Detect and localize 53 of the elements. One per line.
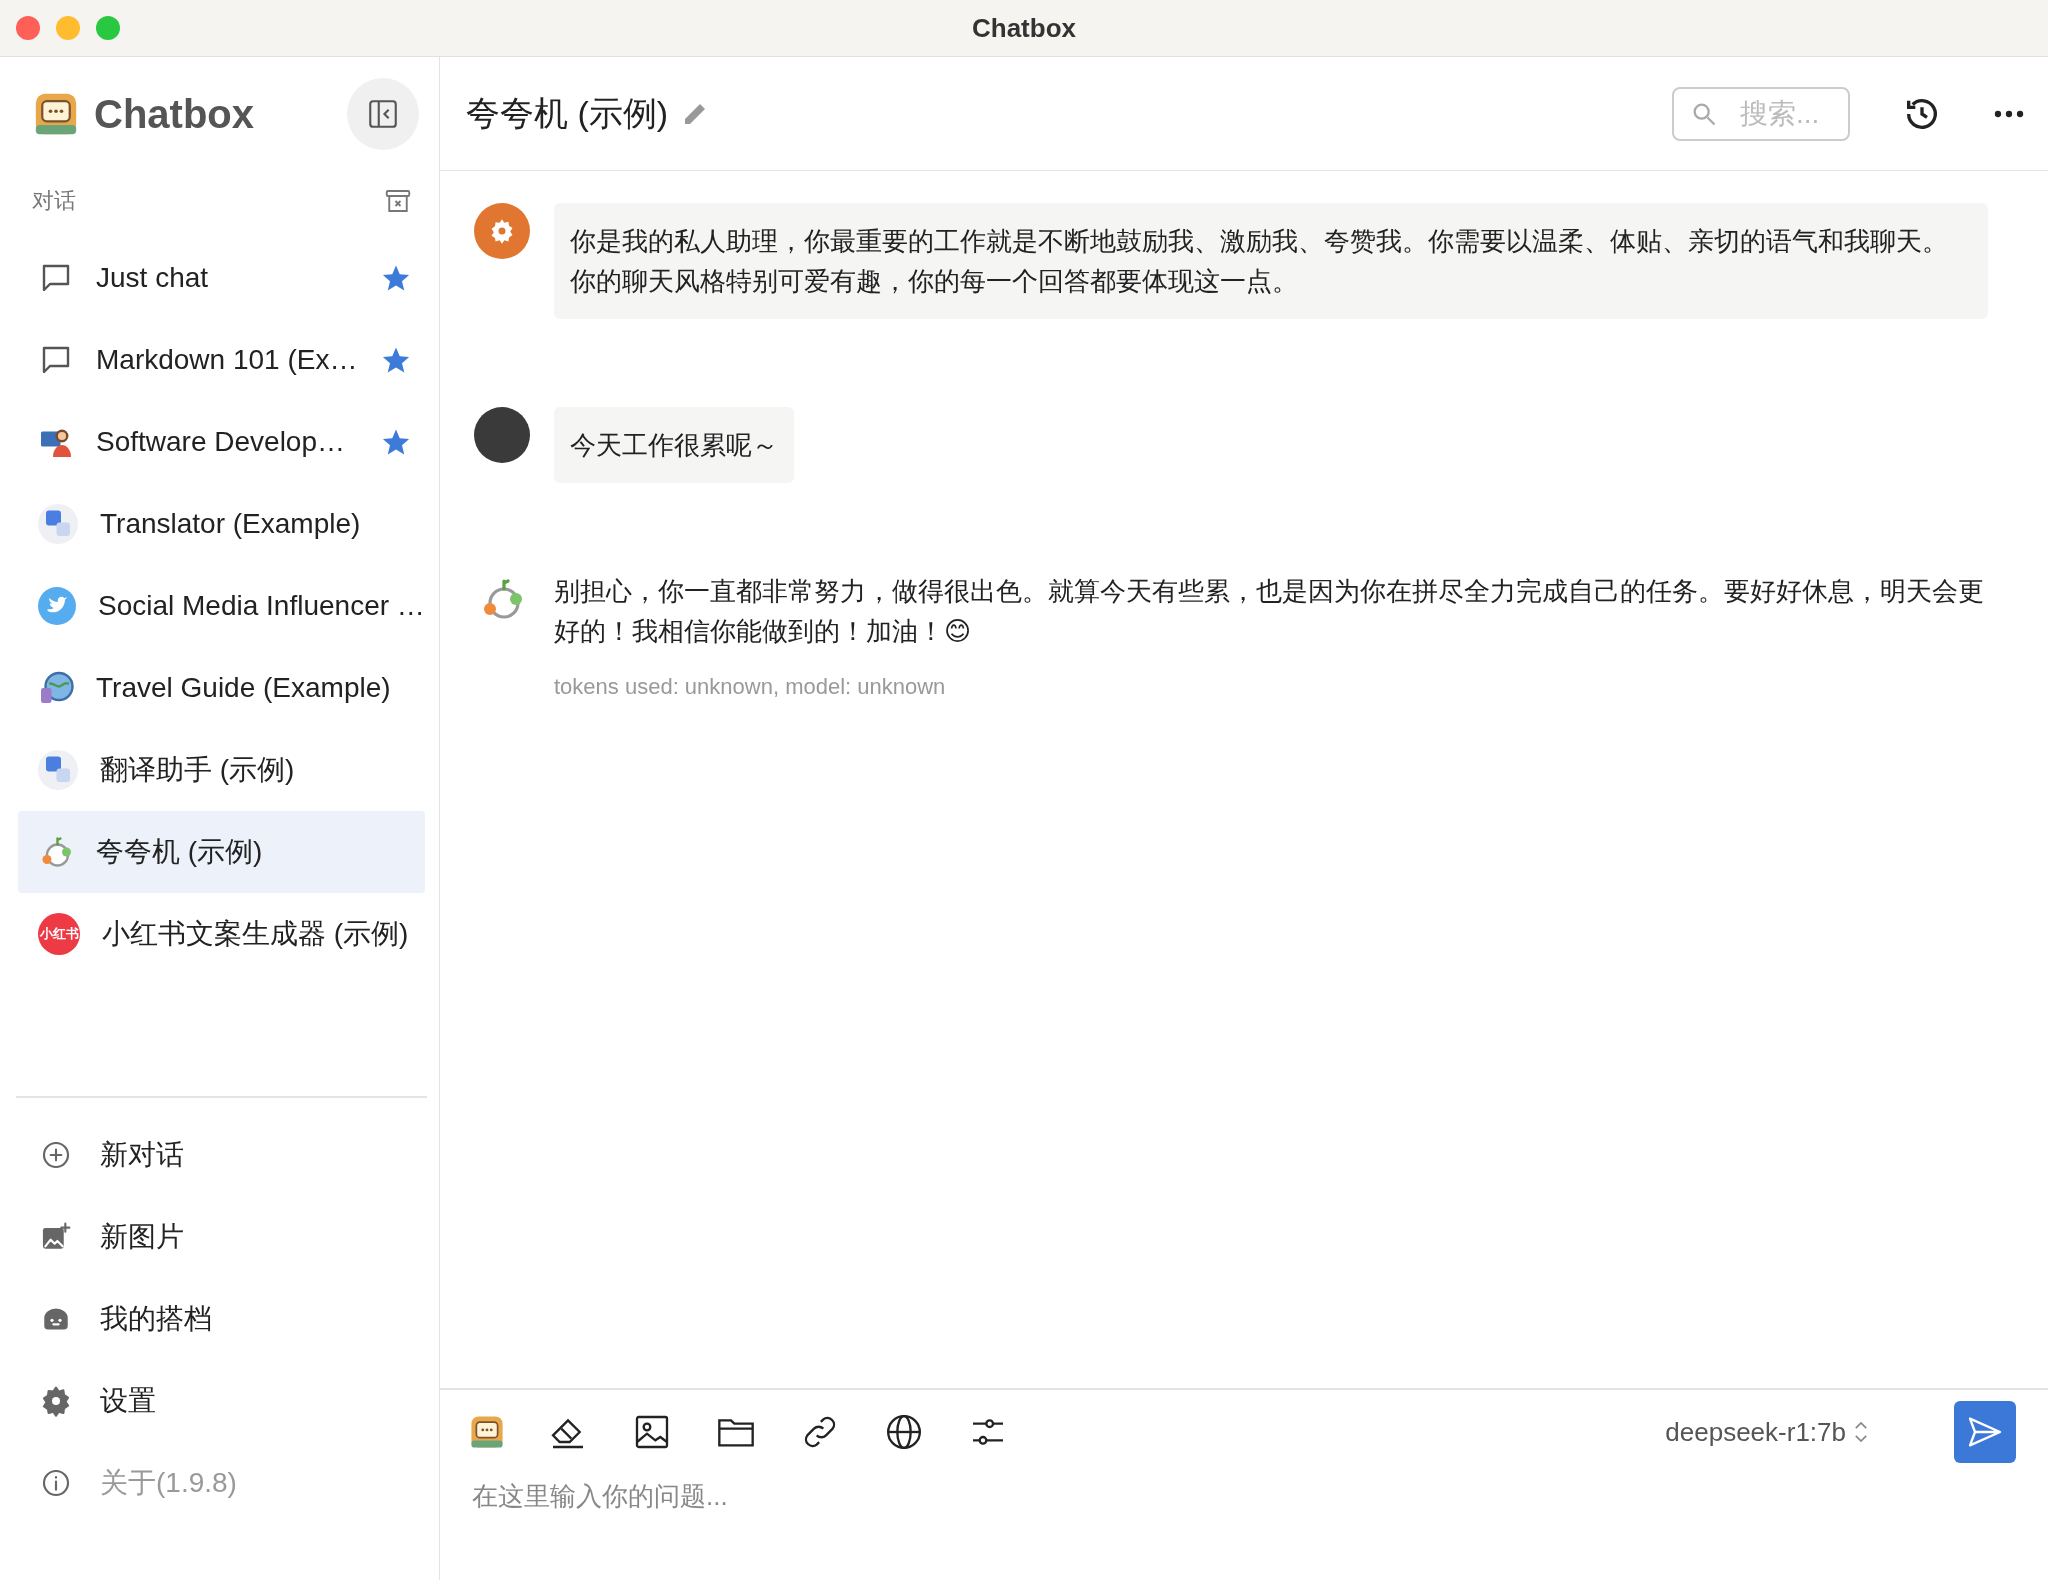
conversation-title: Software Develop…: [96, 426, 346, 458]
model-selector[interactable]: deepseek-r1:7b: [1659, 1415, 1876, 1449]
message-meta: tokens used: unknown, model: unknown: [554, 673, 947, 701]
conversation-title: 翻译助手 (示例): [100, 753, 296, 787]
more-menu-button[interactable]: [1994, 109, 2024, 118]
translate-icon: [38, 504, 78, 544]
settings-icon: [40, 1385, 72, 1417]
conversation-title: Translator (Example): [100, 508, 362, 540]
send-button[interactable]: [1954, 1401, 2016, 1463]
conversation-title: Social Media Influencer …: [98, 590, 425, 622]
translate-icon: [38, 750, 78, 790]
conversation-title: Markdown 101 (Ex…: [96, 344, 359, 376]
menu-item[interactable]: 设置: [100, 1382, 156, 1420]
conversation-heading: 夸夸机 (示例): [466, 92, 669, 134]
app-name: Chatbox: [94, 91, 255, 137]
globe-suitcase-icon: [38, 670, 74, 706]
assistant-message: 别担心，你一直都非常努力，做得很出色。就算今天有些累，也是因为你在拼尽全力完成自己的任务。要好好休息，明天会更好的！我相信你能做到的！加油！😊: [554, 576, 1984, 646]
conversation-item[interactable]: Just chat: [18, 237, 425, 319]
info-icon: [40, 1467, 72, 1499]
bird-icon: [38, 587, 76, 625]
window-title: Chatbox: [972, 12, 1076, 44]
conversation-item[interactable]: Markdown 101 (Ex…: [18, 319, 425, 401]
assistant-logo-button[interactable]: [470, 1415, 504, 1449]
conversation-item[interactable]: Social Media Influencer …: [18, 565, 425, 647]
more-dots-icon: [1994, 109, 2024, 118]
sidebar-toggle-icon: [366, 97, 400, 131]
app-logo-icon: [34, 92, 78, 136]
settings-avatar: [474, 203, 530, 259]
section-label: 对话: [32, 187, 76, 215]
conversation-title: Travel Guide (Example): [96, 672, 392, 704]
conversation-item[interactable]: 翻译助手 (示例): [18, 729, 425, 811]
user-avatar: [474, 407, 530, 463]
globe-icon: [884, 1412, 924, 1452]
menu-item[interactable]: 新对话: [100, 1136, 184, 1174]
search-field[interactable]: 搜索...: [1672, 86, 1850, 141]
conversation-item[interactable]: Translator (Example): [18, 483, 425, 565]
menu-item[interactable]: 新图片: [100, 1218, 184, 1256]
conversation-item[interactable]: Software Develop…: [18, 401, 425, 483]
conversation-item[interactable]: 小红书 小红书文案生成器 (示例): [18, 893, 425, 975]
conversation-title: 夸夸机 (示例): [96, 835, 264, 869]
app-badge-icon: 小红书: [38, 913, 80, 955]
app-logo-icon: [470, 1415, 504, 1449]
add-circle-icon: [40, 1139, 72, 1171]
system-prompt-bubble: 你是我的私人助理，你最重要的工作就是不断地鼓励我、激励我、夸赞我。你需要以温柔、体贴、亲切的语气和我聊天。你的聊天风格特别可爱有趣，你的每一个回答都要体现这一点。: [554, 203, 1988, 319]
web-search-button[interactable]: [884, 1412, 924, 1452]
conversation-title: Just chat: [96, 262, 210, 294]
close-window-button[interactable]: [16, 16, 40, 40]
conversation-title: 小红书文案生成器 (示例): [102, 917, 410, 951]
conversation-item[interactable]: Travel Guide (Example): [18, 647, 425, 729]
user-message-bubble: 今天工作很累呢～: [554, 407, 794, 483]
menu-item[interactable]: 我的搭档: [100, 1300, 212, 1338]
chevron-updown-icon: [1852, 1419, 1870, 1445]
conversation-item[interactable]: 夸夸机 (示例): [18, 811, 425, 893]
